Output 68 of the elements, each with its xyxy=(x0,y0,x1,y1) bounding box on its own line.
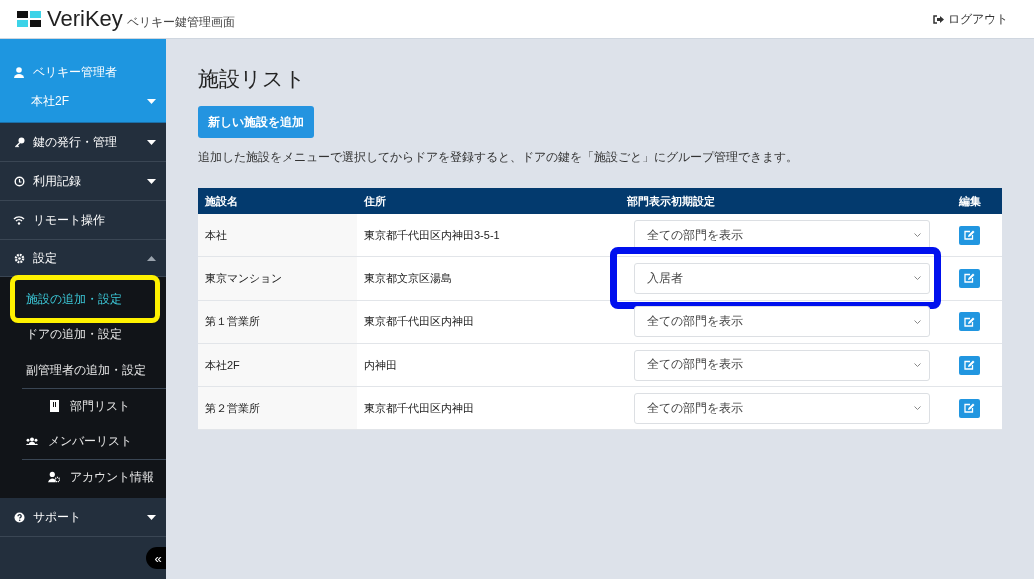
submenu-item[interactable]: アカウント情報 xyxy=(70,467,154,486)
edit-icon xyxy=(964,360,975,371)
column-header: 編集 xyxy=(957,193,982,209)
table-cell-text: 内神田 xyxy=(363,357,398,373)
table-cell: 本社2F xyxy=(198,343,357,387)
description-text: 追加した施設をメニューで選択してからドアを登録すると、ドアの鍵を「施設ごと」にグループ管理できます。 xyxy=(198,149,799,166)
collapse-button[interactable]: « xyxy=(146,547,166,569)
chevron-down-icon xyxy=(914,233,921,238)
table-cell-text: 東京都千代田区内神田 xyxy=(363,401,475,417)
select-value: 全ての部門を表示 xyxy=(647,400,743,416)
logout-icon xyxy=(933,14,944,24)
select-value: 全ての部門を表示 xyxy=(647,227,743,243)
table-cell: 本社 xyxy=(198,214,357,257)
edit-button[interactable] xyxy=(959,225,980,245)
caret-down-icon xyxy=(147,98,156,104)
table-cell-text: 東京都千代田区内神田 xyxy=(363,314,475,330)
page-title: 施設リスト xyxy=(198,66,307,92)
logo-text: VeriKey xyxy=(47,8,123,30)
submenu-item[interactable]: ドアの追加・設定 xyxy=(26,325,122,344)
logout-link[interactable]: ログアウト xyxy=(933,10,1008,28)
edit-icon xyxy=(964,230,975,241)
edit-button[interactable] xyxy=(959,355,980,375)
select-field[interactable]: 全ての部門を表示 xyxy=(634,392,930,424)
user-name: ベリキー管理者 xyxy=(33,64,117,81)
clock-icon xyxy=(13,175,25,187)
wifi-icon xyxy=(13,215,25,225)
menu-item[interactable]: サポート xyxy=(0,498,166,537)
select-field[interactable]: 全ての部門を表示 xyxy=(634,349,930,381)
table-cell: 第１営業所 xyxy=(198,300,357,343)
edit-icon xyxy=(964,403,975,414)
table-cell-text: 東京都文京区湯島 xyxy=(363,271,453,287)
menu-item[interactable]: リモート操作 xyxy=(0,201,166,240)
select-value: 全ての部門を表示 xyxy=(647,314,743,330)
menu-item[interactable]: 鍵の発行・管理 xyxy=(0,123,166,162)
submenu-item[interactable]: 部門リスト xyxy=(70,396,130,415)
logo-icon xyxy=(17,11,41,27)
building-icon xyxy=(48,399,60,412)
edit-icon xyxy=(964,316,975,327)
submenu-item[interactable]: 副管理者の追加・設定 xyxy=(26,360,146,379)
table-cell: 東京マンション xyxy=(198,257,357,300)
select-value: 入居者 xyxy=(647,270,683,286)
key-icon xyxy=(13,136,25,148)
edit-button[interactable] xyxy=(959,398,980,418)
gear-icon xyxy=(13,252,25,264)
column-header: 施設名 xyxy=(204,193,239,209)
select-value: 全ての部門を表示 xyxy=(647,357,743,373)
column-header: 部門表示初期設定 xyxy=(626,193,716,209)
menu-item[interactable]: 利用記録 xyxy=(0,162,166,201)
user-icon xyxy=(13,66,25,78)
users-icon xyxy=(26,435,38,446)
edit-button[interactable] xyxy=(959,268,980,288)
select-field[interactable]: 入居者 xyxy=(634,262,930,294)
submenu-item[interactable]: 施設の追加・設定 xyxy=(26,289,122,308)
edit-button[interactable] xyxy=(959,312,980,332)
chevron-down-icon xyxy=(914,406,921,411)
submenu-item[interactable]: メンバーリスト xyxy=(48,431,132,450)
chevron-down-icon xyxy=(914,276,921,281)
question-icon xyxy=(13,511,25,523)
facility-name: 本社2F xyxy=(31,93,69,110)
app-subtitle: ベリキー鍵管理画面 xyxy=(126,14,235,31)
table-cell: 第２営業所 xyxy=(198,387,357,430)
chevron-down-icon xyxy=(914,363,921,368)
select-field[interactable]: 全ての部門を表示 xyxy=(634,306,930,338)
chevron-down-icon xyxy=(914,319,921,324)
column-header: 住所 xyxy=(363,193,387,209)
table-cell-text: 東京都千代田区内神田3-5-1 xyxy=(363,227,501,243)
user-gear-icon xyxy=(48,470,60,483)
edit-icon xyxy=(964,273,975,284)
